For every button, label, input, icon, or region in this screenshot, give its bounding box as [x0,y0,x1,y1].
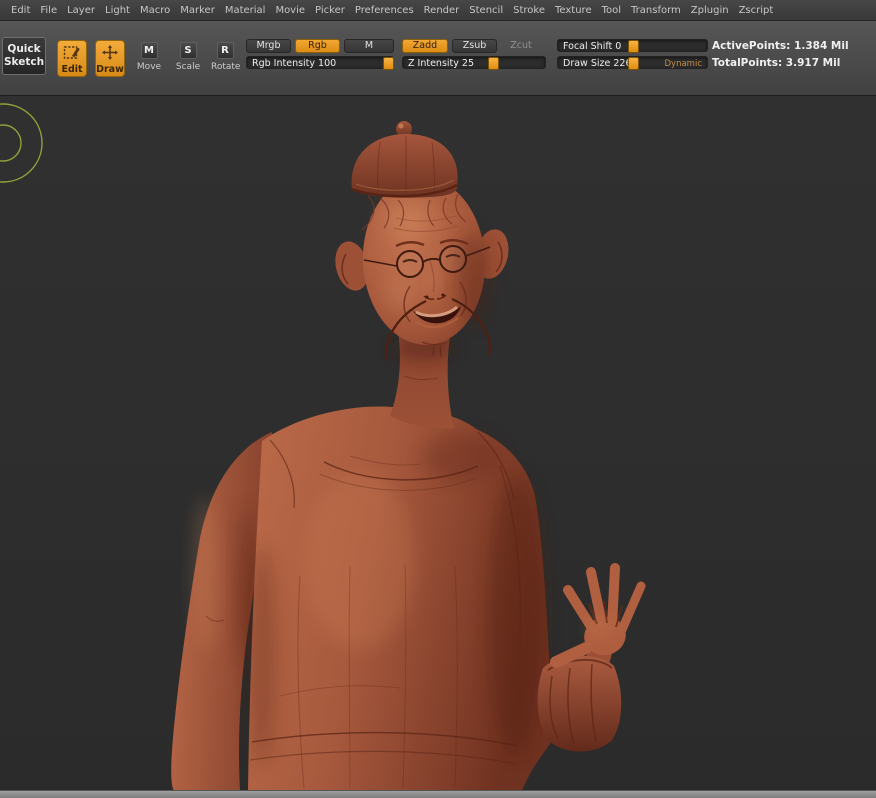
z-intensity-slider-handle[interactable] [488,57,500,70]
zcut-button[interactable]: Zcut [501,39,541,53]
menu-item-light[interactable]: Light [100,2,135,19]
scale-letter-icon: S [179,42,197,59]
total-points-readout: TotalPoints: 3.917 Mil [712,57,841,69]
rotate-letter-icon: R [216,42,234,59]
menu-item-zscript[interactable]: Zscript [734,2,779,19]
rgb-intensity-slider-handle[interactable] [382,57,394,70]
rgb-button[interactable]: Rgb [295,39,340,53]
brush-cursor-rings [0,103,43,183]
z-intensity-slider[interactable]: Z Intensity 25 [402,56,546,70]
menu-item-preferences[interactable]: Preferences [350,2,419,19]
menu-item-stencil[interactable]: Stencil [464,2,508,19]
focal-shift-label: Focal Shift 0 [563,41,622,52]
edit-mode-button[interactable]: Edit [57,40,87,77]
move-button-label: Move [136,62,162,72]
menu-item-render[interactable]: Render [419,2,465,19]
draw-size-label: Draw Size 226 [563,58,632,69]
menu-item-movie[interactable]: Movie [270,2,310,19]
open-hand [550,563,646,668]
draw-button-label: Draw [96,64,124,75]
rgb-intensity-slider[interactable]: Rgb Intensity 100 [246,56,394,70]
menu-item-marker[interactable]: Marker [175,2,220,19]
edit-button-label: Edit [61,64,83,75]
menu-item-zplugin[interactable]: Zplugin [686,2,734,19]
scale-button-label: Scale [175,62,201,72]
zadd-button[interactable]: Zadd [402,39,448,53]
active-points-readout: ActivePoints: 1.384 Mil [712,40,849,52]
sculpture-3d-model [0,103,646,790]
menu-item-file[interactable]: File [35,2,62,19]
focal-shift-slider-handle[interactable] [628,40,640,53]
z-intensity-label: Z Intensity 25 [408,58,474,69]
menu-item-texture[interactable]: Texture [550,2,597,19]
quick-sketch-button[interactable]: Quick Sketch [2,37,46,75]
clay-figure [171,121,646,790]
draw-size-slider[interactable]: Draw Size 226 Dynamic [557,56,708,70]
menu-item-picker[interactable]: Picker [310,2,350,19]
crosshair-icon [101,45,119,64]
rgb-intensity-label: Rgb Intensity 100 [252,58,337,69]
dynamic-label: Dynamic [664,59,703,69]
canvas-bottom-scrollbar[interactable] [0,790,876,798]
rotate-mode-button[interactable]: R Rotate [211,42,241,72]
menu-item-stroke[interactable]: Stroke [508,2,550,19]
menu-item-tool[interactable]: Tool [597,2,626,19]
move-mode-button[interactable]: M Move [135,42,163,72]
marquee-pen-icon [63,45,81,64]
rotate-button-label: Rotate [211,62,241,72]
menu-item-transform[interactable]: Transform [626,2,686,19]
draw-size-slider-handle[interactable] [628,57,640,70]
canvas-viewport[interactable] [0,96,876,790]
m-button[interactable]: M [344,39,394,53]
top-shelf-toolbar: Quick Sketch Edit Draw M Move S Scale R … [0,21,876,96]
zsub-button[interactable]: Zsub [452,39,497,53]
scale-mode-button[interactable]: S Scale [174,42,202,72]
draw-mode-button[interactable]: Draw [95,40,125,77]
focal-shift-slider[interactable]: Focal Shift 0 [557,39,708,53]
menu-item-edit[interactable]: Edit [6,2,35,19]
hat [351,121,458,198]
mrgb-button[interactable]: Mrgb [246,39,291,53]
menu-item-layer[interactable]: Layer [62,2,100,19]
move-letter-icon: M [140,42,158,59]
menu-item-material[interactable]: Material [220,2,271,19]
menu-item-macro[interactable]: Macro [135,2,175,19]
menu-bar: Edit File Layer Light Macro Marker Mater… [0,0,876,21]
